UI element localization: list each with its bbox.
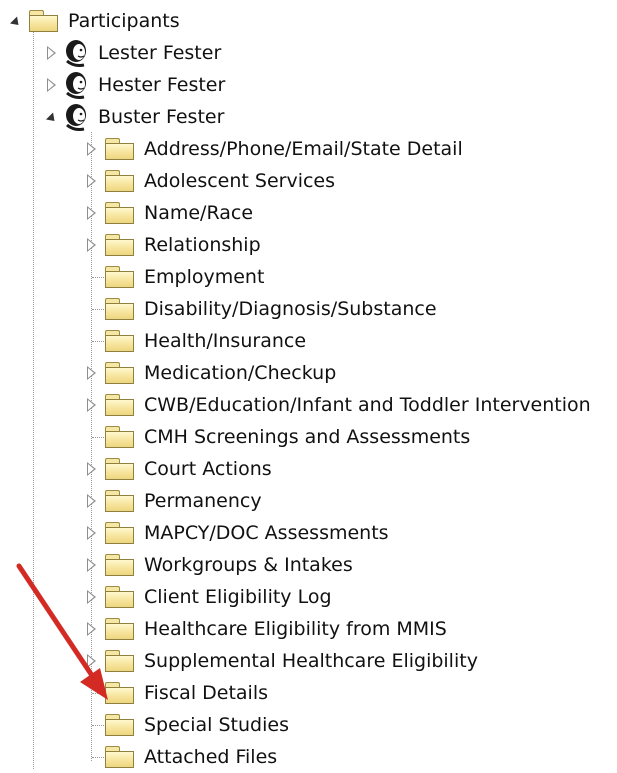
tree-node-folder[interactable]: Special Studies (84, 709, 289, 741)
folder-icon (104, 297, 136, 321)
expand-toggle-icon[interactable] (44, 76, 60, 94)
tree-node-label: Health/Insurance (144, 330, 307, 352)
folder-icon (104, 713, 136, 737)
folder-icon (104, 137, 136, 161)
expand-toggle-icon[interactable] (84, 364, 100, 382)
tree-node-label: CMH Screenings and Assessments (144, 426, 471, 448)
tree-node-label: Attached Files (144, 746, 278, 768)
tree-node-folder[interactable]: Health/Insurance (84, 325, 306, 357)
expand-toggle-icon[interactable] (8, 12, 24, 30)
tree-node-folder[interactable]: Fiscal Details (84, 677, 268, 709)
tree-node-label: Lester Fester (98, 42, 222, 64)
expand-toggle-icon[interactable] (44, 44, 60, 62)
folder-icon (104, 745, 136, 769)
expand-toggle-icon[interactable] (84, 652, 100, 670)
expand-toggle-icon[interactable] (84, 396, 100, 414)
tree-node-label: MAPCY/DOC Assessments (144, 522, 389, 544)
tree-node-person[interactable]: Buster Fester (44, 101, 224, 133)
expand-toggle-icon[interactable] (84, 556, 100, 574)
tree-node-label: Permanency (144, 490, 262, 512)
tree-node-folder[interactable]: Workgroups & Intakes (84, 549, 353, 581)
folder-icon (104, 329, 136, 353)
folder-icon (104, 617, 136, 641)
folder-icon (104, 201, 136, 225)
tree-node-folder[interactable]: Name/Race (84, 197, 253, 229)
tree-node-label: Employment (144, 266, 265, 288)
folder-icon (104, 457, 136, 481)
expand-toggle-icon[interactable] (84, 620, 100, 638)
tree-node-person[interactable]: Hester Fester (44, 69, 225, 101)
expand-toggle-icon[interactable] (44, 108, 60, 126)
expand-toggle-icon[interactable] (84, 588, 100, 606)
tree-node-folder[interactable]: CMH Screenings and Assessments (84, 421, 470, 453)
tree-node-label: Adolescent Services (144, 170, 336, 192)
expand-toggle-icon[interactable] (84, 204, 100, 222)
tree-node-participants[interactable]: Participants (0, 5, 180, 37)
tree-node-folder[interactable]: Permanency (84, 485, 262, 517)
tree-node-folder[interactable]: Court Actions (84, 453, 272, 485)
tree-node-folder[interactable]: Attached Files (84, 741, 277, 773)
tree-node-folder[interactable]: Supplemental Healthcare Eligibility (84, 645, 478, 677)
expand-toggle-icon[interactable] (84, 492, 100, 510)
folder-icon (104, 169, 136, 193)
tree-node-folder[interactable]: Adolescent Services (84, 165, 335, 197)
tree-node-label: Special Studies (144, 714, 289, 736)
tree-node-folder[interactable]: Disability/Diagnosis/Substance (84, 293, 437, 325)
tree-node-folder[interactable]: CWB/Education/Infant and Toddler Interve… (84, 389, 591, 421)
tree-node-label: Court Actions (144, 458, 272, 480)
folder-icon (104, 425, 136, 449)
tree-node-folder[interactable]: Medication/Checkup (84, 357, 336, 389)
folder-icon (104, 489, 136, 513)
person-icon (64, 103, 90, 131)
tree-line-root (33, 28, 34, 769)
tree-node-label: Relationship (144, 234, 261, 256)
tree-node-label: Participants (68, 10, 180, 32)
tree-node-folder[interactable]: Address/Phone/Email/State Detail (84, 133, 463, 165)
tree-node-label: Fiscal Details (144, 682, 269, 704)
folder-icon (104, 361, 136, 385)
folder-icon (104, 521, 136, 545)
folder-icon (104, 553, 136, 577)
participants-tree: Participants Lester Fester Hester Fester B… (0, 0, 617, 769)
folder-icon (28, 9, 60, 33)
folder-icon (104, 585, 136, 609)
expand-toggle-icon[interactable] (84, 172, 100, 190)
expand-toggle-icon[interactable] (84, 460, 100, 478)
person-icon (64, 71, 90, 99)
tree-node-label: Disability/Diagnosis/Substance (144, 298, 437, 320)
tree-node-label: Medication/Checkup (144, 362, 337, 384)
tree-node-person[interactable]: Lester Fester (44, 37, 221, 69)
expand-toggle-icon[interactable] (84, 524, 100, 542)
tree-node-folder[interactable]: MAPCY/DOC Assessments (84, 517, 389, 549)
tree-node-folder[interactable]: Healthcare Eligibility from MMIS (84, 613, 447, 645)
tree-node-label: Address/Phone/Email/State Detail (144, 138, 463, 160)
tree-node-label: Supplemental Healthcare Eligibility (144, 650, 478, 672)
folder-icon (104, 265, 136, 289)
expand-toggle-icon[interactable] (84, 236, 100, 254)
folder-icon (104, 681, 136, 705)
tree-node-label: Workgroups & Intakes (144, 554, 353, 576)
tree-node-folder[interactable]: Client Eligibility Log (84, 581, 332, 613)
folder-icon (104, 233, 136, 257)
tree-node-label: Name/Race (144, 202, 254, 224)
folder-icon (104, 649, 136, 673)
tree-node-label: Buster Fester (98, 106, 225, 128)
person-icon (64, 39, 90, 67)
tree-node-folder[interactable]: Relationship (84, 229, 261, 261)
tree-node-label: Client Eligibility Log (144, 586, 332, 608)
tree-node-label: Healthcare Eligibility from MMIS (144, 618, 447, 640)
expand-toggle-icon[interactable] (84, 140, 100, 158)
tree-node-label: Hester Fester (98, 74, 226, 96)
tree-node-folder[interactable]: Employment (84, 261, 264, 293)
folder-icon (104, 393, 136, 417)
tree-node-label: CWB/Education/Infant and Toddler Interve… (144, 394, 591, 416)
